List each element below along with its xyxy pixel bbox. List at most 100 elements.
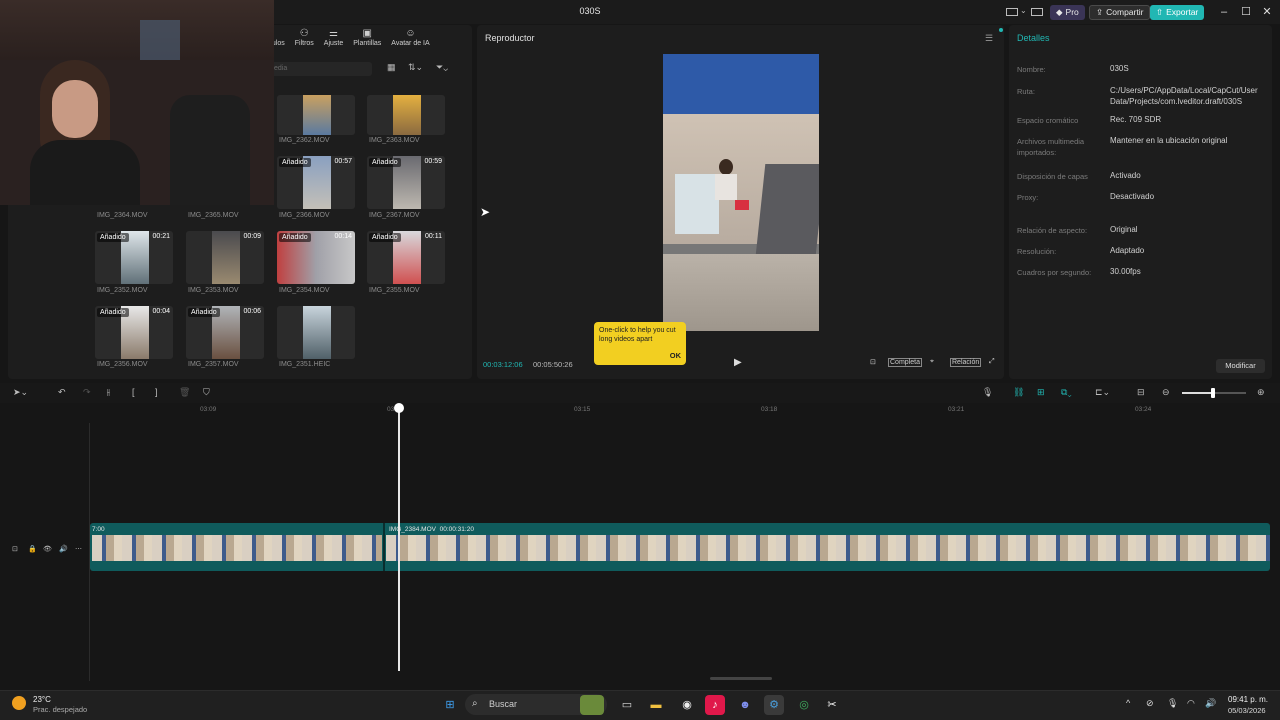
focus-icon[interactable]: ⌖ (930, 358, 934, 366)
magnet-icon[interactable]: ⊞ (1037, 387, 1045, 398)
preview-axis-icon[interactable]: ⊏⌄ (1095, 387, 1110, 398)
windows-start-icon[interactable]: ⊞ (440, 695, 460, 715)
share-button[interactable]: ⇪ Compartir (1089, 5, 1151, 20)
media-thumb[interactable]: Añadido 00:59 (367, 156, 445, 209)
obs-icon[interactable]: ◉ (677, 695, 697, 715)
media-thumb[interactable]: Añadido 00:21 (95, 231, 173, 284)
tab-templates[interactable]: ▣ Plantillas (353, 28, 381, 52)
modify-button[interactable]: Modificar (1216, 359, 1265, 373)
speaker-icon[interactable]: 🔊 (59, 545, 68, 553)
select-tool-icon[interactable]: ➤⌄ (13, 387, 28, 398)
clock-date[interactable]: 05/03/2026 (1228, 706, 1266, 715)
timeline-ruler[interactable] (90, 403, 1280, 417)
tick-label: 03:15 (574, 406, 591, 413)
media-thumb[interactable]: Añadido 00:14 (277, 231, 355, 284)
tooltip: One-click to help you cut long videos ap… (594, 322, 686, 365)
media-thumb[interactable]: Añadido 00:06 (186, 306, 264, 359)
task-view-icon[interactable]: ▭ (617, 695, 637, 715)
clip-divider (383, 523, 385, 571)
diamond-icon: ◆ (1056, 7, 1063, 17)
media-thumb[interactable] (277, 306, 355, 359)
media-thumb[interactable]: 00:09 (186, 231, 264, 284)
tab-filters[interactable]: ⚇ Filtros (295, 28, 314, 52)
weather-temperature[interactable]: 23°C (33, 695, 51, 704)
media-thumb[interactable] (367, 95, 445, 135)
delete-icon[interactable]: 🗑 (179, 387, 190, 398)
chevron-up-icon[interactable]: ^ (1126, 698, 1130, 708)
search-placeholder: Buscar (489, 699, 518, 709)
network-off-icon[interactable]: ⊘ (1146, 698, 1154, 709)
capcut-icon[interactable]: ✂ (822, 695, 842, 715)
split-icon[interactable]: ⫲ (107, 387, 110, 398)
layout-icon[interactable] (1006, 8, 1018, 16)
keyboard-icon[interactable] (1031, 8, 1043, 16)
zoom-slider-handle[interactable] (1211, 388, 1215, 398)
weather-description[interactable]: Prac. despejado (33, 705, 87, 714)
microphone-icon[interactable]: 🎙 (982, 387, 993, 398)
video-preview[interactable] (663, 54, 819, 331)
chrome-icon[interactable]: ◎ (794, 695, 814, 715)
menu-icon[interactable]: ☰ (985, 33, 993, 44)
media-thumb[interactable] (277, 95, 355, 135)
text-icon (275, 28, 278, 40)
media-thumb[interactable]: Añadido 00:04 (95, 306, 173, 359)
clip-1[interactable] (92, 535, 382, 561)
video-track[interactable] (90, 523, 1270, 571)
trim-right-icon[interactable]: ] (155, 387, 158, 397)
microphone-tray-icon[interactable]: 🎙 (1167, 698, 1178, 709)
playhead[interactable] (398, 405, 400, 671)
detail-value: Desactivado (1110, 192, 1155, 201)
avatar-icon: ☺ (405, 28, 416, 39)
undo-icon[interactable]: ↶ (58, 387, 66, 398)
media-thumb-label: IMG_2352.MOV (97, 287, 148, 294)
tab-ai-avatar[interactable]: ☺ Avatar de IA (391, 28, 429, 52)
status-dot (999, 28, 1003, 32)
clock-time[interactable]: 09:41 p. m. (1228, 695, 1268, 704)
detail-value: Original (1110, 225, 1138, 234)
zoom-out-icon[interactable]: ⊖ (1162, 387, 1170, 398)
filter-menu-icon[interactable]: ⏷⌄ (436, 62, 448, 73)
timeline-scrollbar[interactable] (710, 677, 772, 680)
media-thumb[interactable]: Añadido 00:57 (277, 156, 355, 209)
fullscreen-icon[interactable]: ⤢ (989, 358, 995, 366)
eye-icon[interactable]: 👁 (43, 545, 52, 553)
tooltip-ok-button[interactable]: OK (670, 351, 681, 360)
discord-icon[interactable]: ☻ (735, 695, 755, 715)
detail-value: Activado (1110, 171, 1141, 180)
chevron-down-icon[interactable]: ⌄ (1020, 6, 1027, 15)
weather-icon[interactable] (12, 696, 26, 710)
detail-key: Ruta: (1017, 87, 1035, 96)
duration-label: 00:59 (424, 158, 442, 165)
pro-button[interactable]: ◆ Pro (1050, 5, 1085, 20)
playhead-handle[interactable] (394, 403, 404, 413)
link-icon[interactable]: ⛓ (1013, 387, 1024, 398)
play-icon[interactable]: ▶ (734, 357, 748, 371)
wifi-icon[interactable]: ◠ (1187, 698, 1195, 709)
tiktok-icon[interactable]: ♪ (705, 695, 725, 715)
export-button[interactable]: ⇧ Exportar (1150, 5, 1205, 20)
aspect-ratio-button[interactable]: Relación (950, 358, 982, 367)
steam-icon[interactable]: ⚙ (764, 695, 784, 715)
media-search-input[interactable]: edia (270, 62, 372, 76)
zoom-in-icon[interactable]: ⊕ (1257, 387, 1265, 398)
shield-icon[interactable]: ⛉ (203, 387, 210, 398)
lock-icon[interactable]: 🔒 (28, 545, 37, 553)
trim-left-icon[interactable]: [ (132, 387, 135, 397)
grid-view-icon[interactable]: ▦ (387, 62, 396, 73)
tab-adjust[interactable]: ⚌ Ajuste (324, 28, 343, 52)
clip-2[interactable] (386, 535, 1270, 561)
volume-icon[interactable]: 🔊 (1205, 698, 1216, 709)
minimize-icon[interactable]: – (1216, 4, 1232, 20)
caption-icon[interactable]: ⊟ (1137, 387, 1145, 398)
close-icon[interactable]: ✕ (1259, 4, 1275, 20)
file-explorer-icon[interactable]: ▬ (646, 695, 666, 715)
snap-icon[interactable]: ⧉⌄ (1061, 387, 1072, 398)
track-cover-icon[interactable]: ⊡ (12, 545, 18, 553)
more-icon[interactable]: ⋯ (75, 545, 82, 553)
crop-icon[interactable]: ⊡ (870, 358, 876, 366)
media-thumb[interactable]: Añadido 00:11 (367, 231, 445, 284)
redo-icon[interactable]: ↷ (83, 387, 91, 398)
maximize-icon[interactable]: ☐ (1238, 4, 1254, 20)
full-quality-button[interactable]: Completa (888, 358, 922, 367)
sort-icon[interactable]: ⇅⌄ (408, 62, 423, 73)
